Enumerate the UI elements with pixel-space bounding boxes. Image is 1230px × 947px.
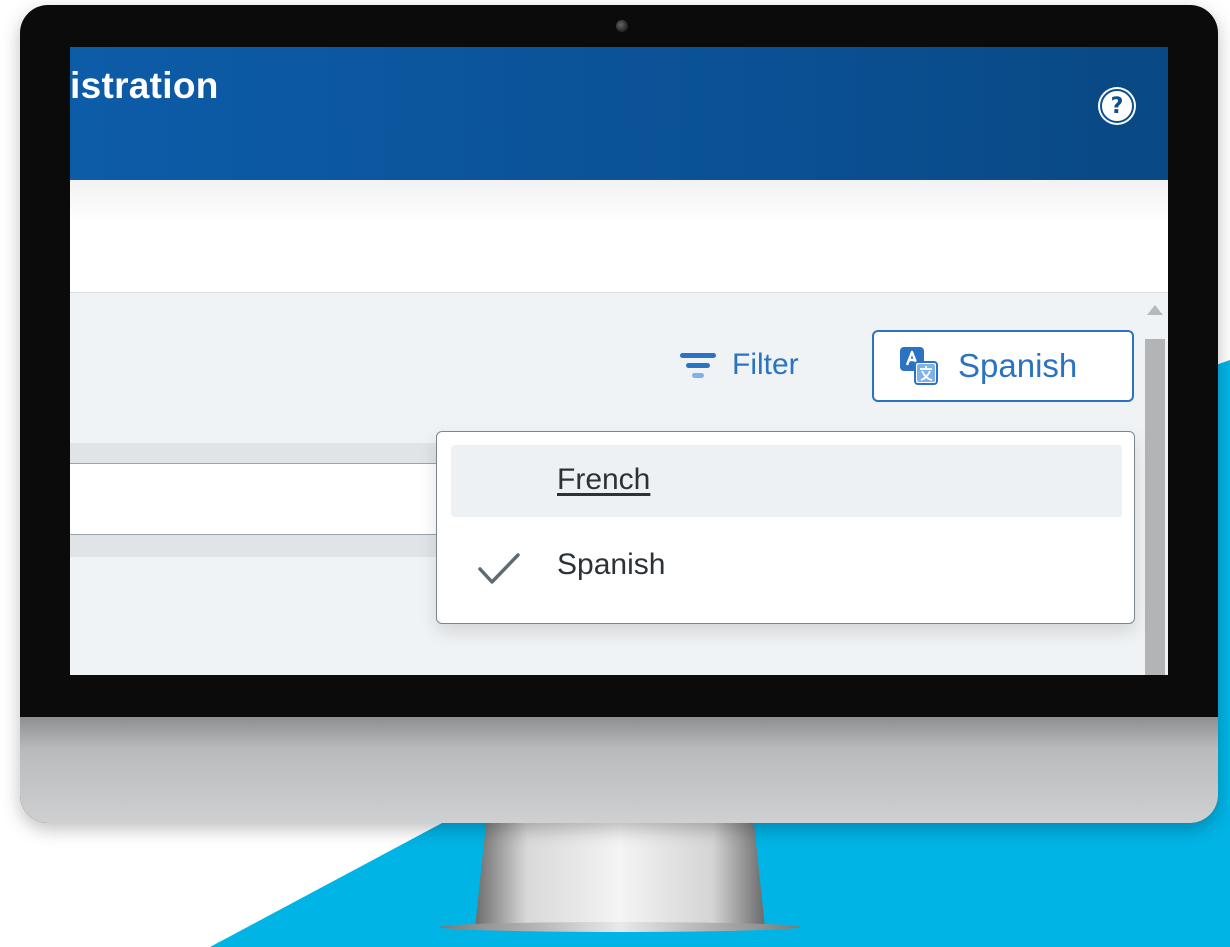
vertical-scrollbar[interactable] [1142, 293, 1168, 675]
language-option-spanish[interactable]: Spanish [451, 530, 1122, 602]
monitor-chin [20, 717, 1218, 823]
language-select-button[interactable]: Spanish [872, 330, 1134, 402]
app-screen: istration ? Filter Spanish French Spanis… [70, 47, 1168, 675]
check-icon [478, 553, 520, 584]
monitor-frame: istration ? Filter Spanish French Spanis… [20, 5, 1218, 823]
monitor-stand [440, 818, 800, 940]
language-option-label: Spanish [557, 548, 666, 581]
monitor-stand-base [440, 922, 800, 932]
filter-icon [680, 353, 716, 378]
toolbar-band [70, 180, 1168, 293]
language-option-label: French [557, 463, 651, 496]
page-title: istration [70, 65, 219, 106]
monitor-stand-neck [475, 818, 765, 928]
filter-label: Filter [732, 348, 799, 381]
scrollbar-thumb[interactable] [1145, 339, 1165, 675]
search-input[interactable] [70, 463, 490, 535]
content-area: Filter Spanish French Spanish [70, 293, 1142, 675]
help-button[interactable]: ? [1100, 89, 1134, 123]
language-option-french[interactable]: French [451, 445, 1122, 517]
scroll-up-icon[interactable] [1147, 305, 1163, 315]
app-header: istration ? [70, 47, 1168, 180]
help-icon: ? [1110, 93, 1124, 119]
language-button-label: Spanish [958, 347, 1078, 384]
translate-icon [900, 347, 938, 385]
language-dropdown-menu: French Spanish [436, 431, 1135, 624]
filter-button[interactable]: Filter [678, 345, 799, 385]
camera-icon [616, 20, 628, 32]
